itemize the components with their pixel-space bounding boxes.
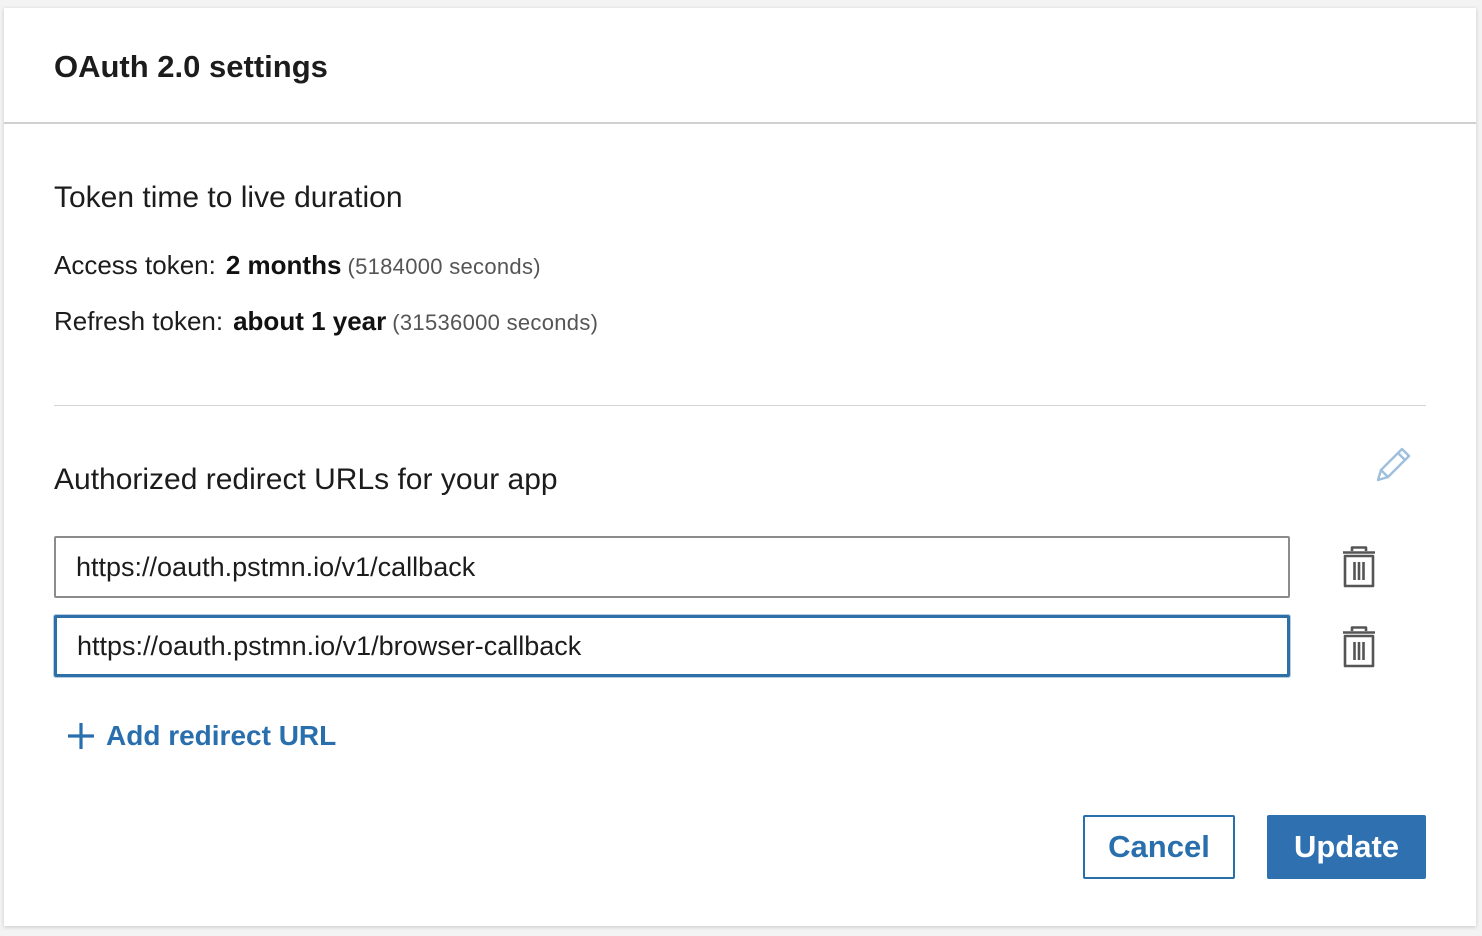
- trash-icon: [1343, 546, 1375, 588]
- cancel-button[interactable]: Cancel: [1083, 815, 1235, 879]
- oauth-settings-dialog: OAuth 2.0 settings Token time to live du…: [4, 8, 1476, 926]
- delete-redirect-url-2-button[interactable]: [1338, 623, 1380, 671]
- plus-icon: [68, 723, 94, 749]
- dialog-header: OAuth 2.0 settings: [4, 8, 1476, 124]
- refresh-token-row: Refresh token: about 1 year (31536000 seco…: [54, 305, 598, 339]
- redirect-urls-title: Authorized redirect URLs for your app: [54, 463, 558, 496]
- access-token-seconds: (5184000 seconds): [347, 254, 541, 279]
- update-button[interactable]: Update: [1267, 815, 1426, 879]
- redirect-url-input-1[interactable]: [54, 536, 1290, 598]
- access-token-value: 2 months: [225, 250, 342, 280]
- redirect-url-input-2[interactable]: [54, 615, 1290, 677]
- delete-redirect-url-1-button[interactable]: [1338, 543, 1380, 591]
- add-redirect-url-link[interactable]: Add redirect URL: [68, 716, 336, 756]
- trash-icon: [1343, 626, 1375, 668]
- add-redirect-url-label: Add redirect URL: [106, 720, 337, 751]
- dialog-title: OAuth 2.0 settings: [54, 49, 328, 84]
- section-divider: [54, 405, 1426, 406]
- access-token-row: Access token: 2 months (5184000 seconds): [54, 249, 541, 283]
- refresh-token-seconds: (31536000 seconds): [392, 310, 599, 335]
- refresh-token-value: about 1 year: [233, 306, 387, 336]
- token-ttl-title: Token time to live duration: [54, 181, 403, 214]
- refresh-token-label: Refresh token:: [54, 306, 224, 336]
- pencil-icon: [1376, 447, 1411, 482]
- edit-redirects-button[interactable]: [1368, 440, 1418, 490]
- access-token-label: Access token:: [54, 250, 216, 280]
